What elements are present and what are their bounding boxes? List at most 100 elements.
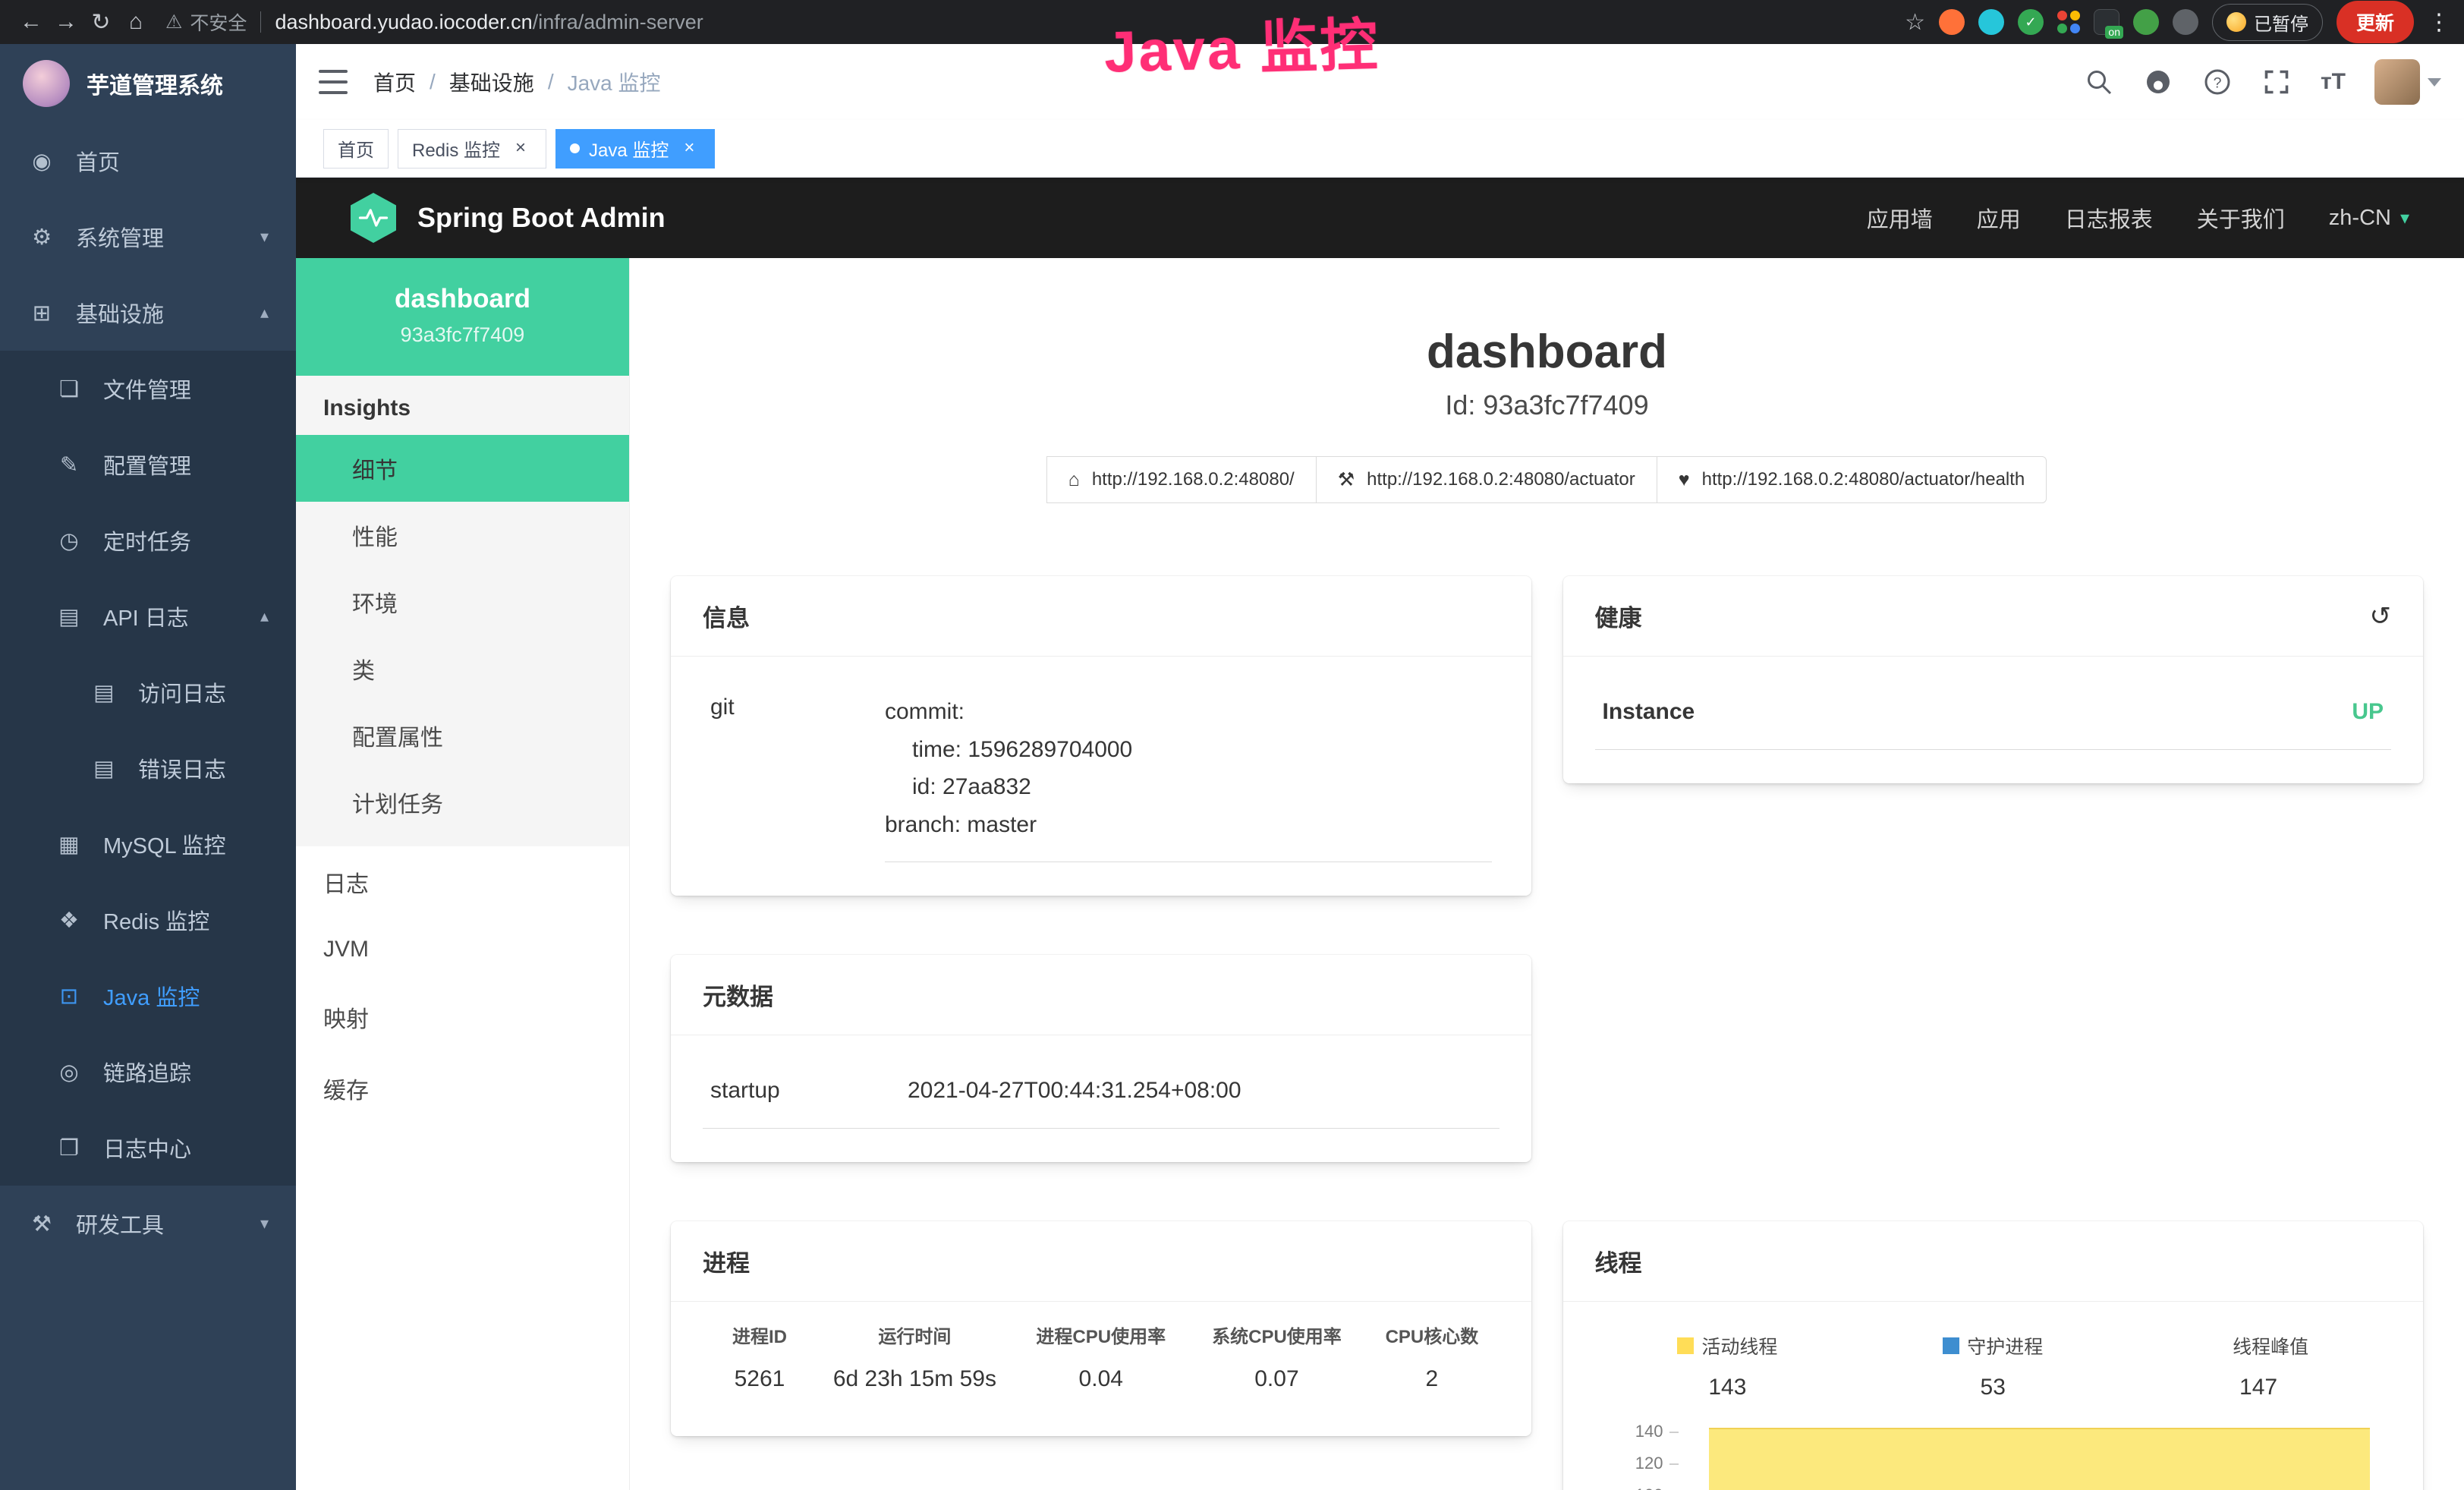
sidebar-item[interactable]: ⊡ Java 监控: [0, 958, 296, 1034]
bookmark-star-icon[interactable]: ☆: [1905, 9, 1925, 36]
legend-label: 线程峰值: [2233, 1332, 2308, 1359]
info-key: git: [710, 693, 885, 862]
sba-menu-item[interactable]: 映射: [296, 981, 629, 1053]
sba-logo-icon[interactable]: [351, 193, 396, 243]
sba-menu-item[interactable]: 配置属性: [296, 702, 629, 769]
extension-grid-icon[interactable]: [2057, 11, 2080, 33]
github-icon[interactable]: [2143, 67, 2173, 97]
sidebar-menu: ◉ 首页 ⚙ 系统管理 ▾ ⊞ 基础设施 ▴ ❏: [0, 123, 296, 1262]
sba-menu-item[interactable]: 环境: [296, 569, 629, 635]
chevron-icon: ▾: [260, 1214, 269, 1233]
y-axis-tick: 140: [1595, 1422, 1679, 1438]
extension-icon[interactable]: [1939, 9, 1965, 35]
sba-menu-item[interactable]: 缓存: [296, 1053, 629, 1124]
extension-check-icon[interactable]: ✓: [2018, 9, 2044, 35]
avatar: [2374, 59, 2420, 105]
profile-paused-badge[interactable]: 已暂停: [2212, 4, 2323, 41]
sidebar-item[interactable]: ⚒ 研发工具 ▾: [0, 1186, 296, 1262]
instance-link-button[interactable]: ⚒ http://192.168.0.2:48080/actuator: [1316, 456, 1657, 503]
breadcrumb-item[interactable]: 首页 /: [373, 67, 449, 97]
sba-nav-item[interactable]: 关于我们: [2197, 202, 2285, 234]
app-header: 首页 / 基础设施 / Java 监控: [296, 44, 2464, 120]
history-icon[interactable]: ↺: [2370, 601, 2392, 632]
sba-instance-header[interactable]: dashboard 93a3fc7f7409: [296, 258, 629, 376]
extension-icon[interactable]: [1978, 9, 2004, 35]
tab[interactable]: 首页: [323, 129, 389, 169]
sba-nav-item[interactable]: 应用: [1977, 202, 2021, 234]
sidebar-item[interactable]: ⊞ 基础设施 ▴: [0, 275, 296, 351]
extension-on-icon[interactable]: on: [2094, 9, 2119, 35]
status-badge: UP: [2352, 699, 2384, 725]
user-menu[interactable]: [2374, 59, 2441, 105]
sidebar-item[interactable]: ◉ 首页: [0, 123, 296, 199]
search-icon[interactable]: [2084, 67, 2114, 97]
process-column-header: 系统CPU使用率: [1189, 1306, 1365, 1354]
instance-id-line: Id: 93a3fc7f7409: [630, 389, 2464, 421]
sidebar-item[interactable]: ⚙ 系统管理 ▾: [0, 199, 296, 275]
menu-icon: ❏: [55, 376, 83, 402]
process-value: 6d 23h 15m 59s: [817, 1354, 1013, 1403]
help-icon[interactable]: ?: [2202, 67, 2233, 97]
security-chip[interactable]: ⚠ 不安全: [165, 8, 247, 36]
chevron-icon: ▴: [260, 606, 269, 626]
sba-menu-item[interactable]: JVM: [296, 918, 629, 981]
main-column: 首页 / 基础设施 / Java 监控: [296, 44, 2464, 1490]
close-icon[interactable]: ×: [509, 137, 532, 160]
sidebar-item[interactable]: ▦ MySQL 监控: [0, 806, 296, 882]
sba-menu-item[interactable]: 类: [296, 635, 629, 702]
menu-icon: ▤: [55, 603, 83, 630]
sba-menu-item[interactable]: 计划任务: [296, 769, 629, 836]
instance-link-button[interactable]: ♥ http://192.168.0.2:48080/actuator/heal…: [1657, 456, 2047, 503]
locale-selector[interactable]: zh-CN ▾: [2329, 206, 2409, 231]
legend-item: 活动线程 143: [1595, 1332, 1861, 1400]
sidebar-item[interactable]: ✎ 配置管理: [0, 427, 296, 502]
sba-brand[interactable]: Spring Boot Admin: [417, 202, 666, 234]
link-url: http://192.168.0.2:48080/actuator/health: [1702, 469, 2025, 490]
tab[interactable]: Redis 监控 ×: [398, 129, 546, 169]
sidebar-item[interactable]: ◷ 定时任务: [0, 502, 296, 578]
breadcrumb-item[interactable]: Java 监控: [568, 67, 661, 97]
sidebar-item[interactable]: ❖ Redis 监控: [0, 882, 296, 958]
app-logo-row[interactable]: 芋道管理系统: [0, 44, 296, 123]
sba-nav-item[interactable]: 应用墙: [1867, 202, 1933, 234]
on-badge: on: [2105, 26, 2123, 39]
sba-menu-item[interactable]: 细节: [296, 435, 629, 502]
chrome-update-button[interactable]: 更新: [2337, 1, 2414, 43]
process-value: 2: [1364, 1354, 1499, 1403]
sidebar-item[interactable]: ❐ 日志中心: [0, 1110, 296, 1186]
process-column-header: 运行时间: [817, 1306, 1013, 1354]
sidebar-item[interactable]: ▤ 访问日志: [0, 654, 296, 730]
fullscreen-icon[interactable]: [2261, 67, 2292, 97]
font-size-icon[interactable]: тT: [2321, 69, 2346, 95]
back-icon[interactable]: ←: [14, 9, 49, 35]
sidebar-toggle-icon[interactable]: [319, 70, 348, 94]
extension-leaf-icon[interactable]: [2133, 9, 2159, 35]
sidebar-item[interactable]: ◎ 链路追踪: [0, 1034, 296, 1110]
breadcrumb: 首页 / 基础设施 / Java 监控: [373, 67, 661, 97]
reload-icon[interactable]: ↻: [83, 9, 118, 36]
sba-menu-item[interactable]: 性能: [296, 502, 629, 569]
tab-label: 首页: [338, 135, 374, 162]
home-icon[interactable]: ⌂: [118, 9, 153, 35]
breadcrumb-item[interactable]: 基础设施 /: [449, 67, 568, 97]
forward-icon[interactable]: →: [49, 9, 83, 35]
tab-label: Java 监控: [589, 135, 669, 162]
extensions-puzzle-icon[interactable]: [2173, 9, 2198, 35]
process-value: 5261: [703, 1354, 817, 1403]
link-icon: ⌂: [1068, 469, 1080, 491]
menu-icon: ▦: [55, 831, 83, 858]
chrome-menu-icon[interactable]: ⋮: [2428, 9, 2450, 36]
close-icon[interactable]: ×: [678, 137, 700, 160]
tab[interactable]: Java 监控 ×: [555, 129, 715, 169]
tags-bar: 首页 Redis 监控 × Java 监控 ×: [296, 120, 2464, 178]
sidebar-item[interactable]: ▤ 错误日志: [0, 730, 296, 806]
address-bar[interactable]: dashboard.yudao.iocoder.cn/infra/admin-s…: [275, 11, 703, 34]
instance-id: 93a3fc7f7409: [311, 323, 614, 347]
sidebar-item-label: API 日志: [103, 600, 189, 632]
sidebar-item[interactable]: ▤ API 日志 ▴: [0, 578, 296, 654]
chrome-right-cluster: ☆ ✓ on 已暂停 更新 ⋮: [1905, 1, 2450, 43]
sba-menu-item[interactable]: 日志: [296, 846, 629, 918]
instance-link-button[interactable]: ⌂ http://192.168.0.2:48080/: [1046, 456, 1317, 503]
sba-nav-item[interactable]: 日志报表: [2065, 202, 2153, 234]
sidebar-item[interactable]: ❏ 文件管理: [0, 351, 296, 427]
